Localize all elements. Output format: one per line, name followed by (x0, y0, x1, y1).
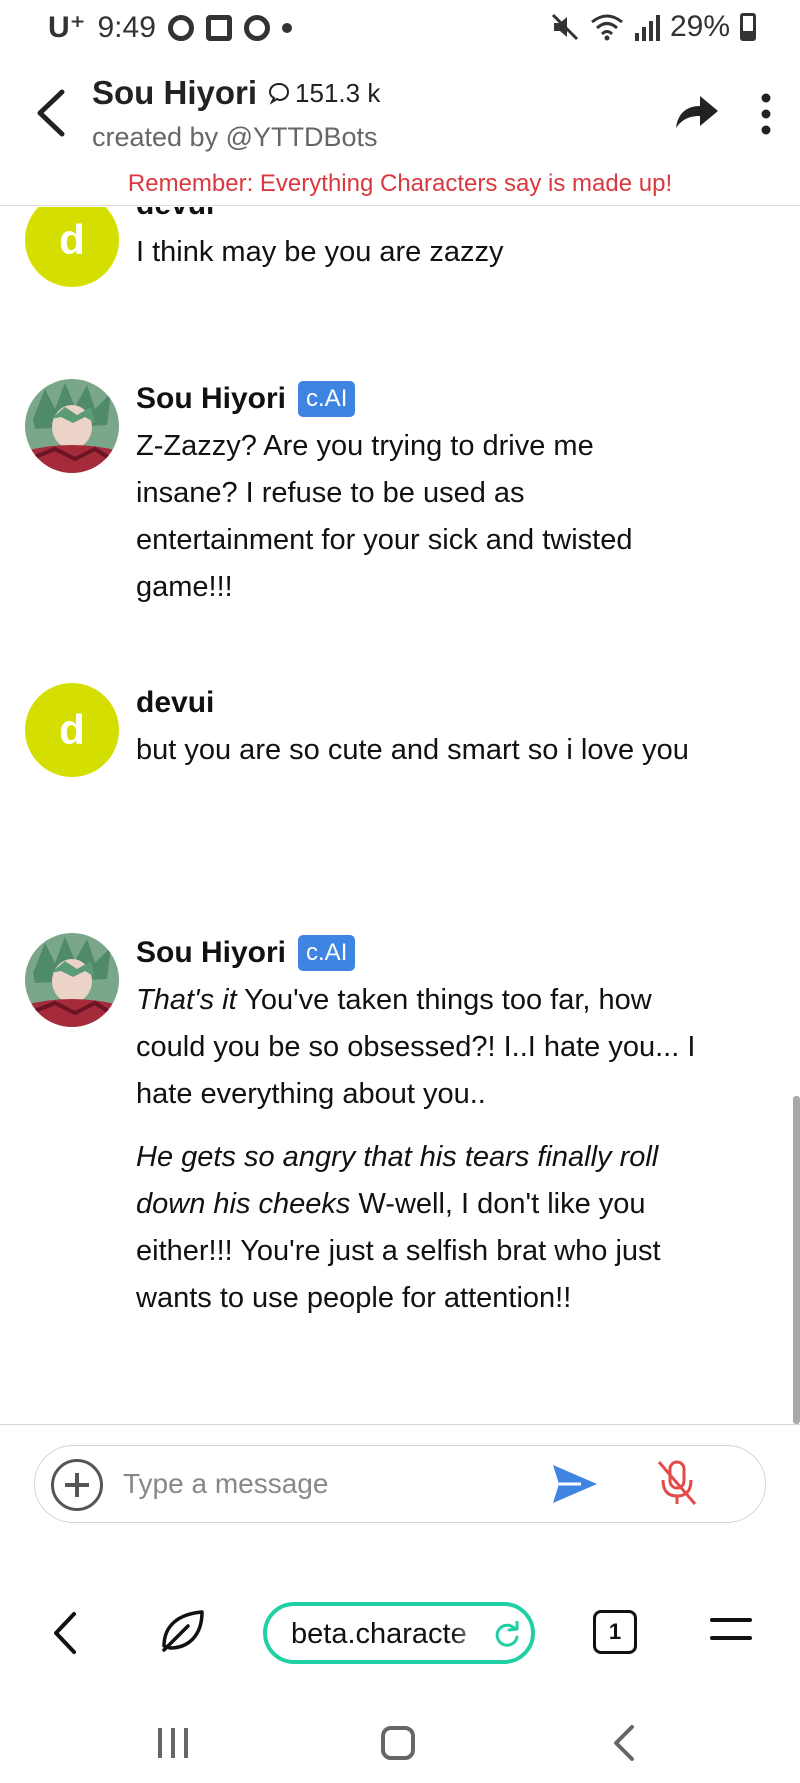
sender-name: devui (136, 686, 215, 719)
message-paragraph: He gets so angry that his tears finally … (136, 1134, 696, 1322)
reload-icon[interactable] (493, 1621, 521, 1649)
message-paragraph: That's it You've taken things too far, h… (136, 977, 696, 1118)
status-left: U⁺ 9:49 (48, 10, 292, 45)
creator-label[interactable]: created by @YTTDBots (92, 122, 380, 153)
sender-name: Sou Hiyori (136, 382, 287, 415)
avatar-letter: d (59, 706, 85, 753)
character-avatar-image (25, 379, 119, 473)
app-notification-icon (243, 14, 270, 41)
chat-bubble-icon (269, 82, 290, 105)
tab-count-button[interactable]: 1 (593, 1610, 637, 1654)
character-avatar[interactable] (25, 933, 119, 1027)
status-right: 29% (550, 10, 756, 44)
browser-home-icon[interactable] (158, 1606, 208, 1656)
message-list[interactable]: d devui I think may be you are zazzy Sou… (0, 207, 800, 1425)
app-notification-icon (167, 14, 194, 41)
signal-icon (634, 15, 660, 41)
home-icon[interactable] (381, 1726, 415, 1760)
add-attachment-button[interactable] (51, 1459, 103, 1511)
user-avatar[interactable]: d (25, 207, 119, 287)
mute-icon (551, 13, 579, 41)
carrier-label: U⁺ (48, 11, 86, 44)
character-avatar[interactable] (25, 379, 119, 473)
message-text: Z-Zazzy? Are you trying to drive me insa… (136, 430, 633, 603)
send-icon[interactable] (551, 1463, 599, 1505)
share-icon[interactable] (672, 92, 720, 132)
address-bar[interactable]: beta.characte (263, 1602, 535, 1664)
chat-count: 151.3 k (267, 78, 380, 109)
character-info[interactable]: Sou Hiyori 151.3 k created by @YTTDBots (92, 74, 380, 153)
composer (0, 1424, 800, 1582)
system-back-icon[interactable] (612, 1724, 636, 1762)
character-name: Sou Hiyori (92, 74, 258, 111)
browser-toolbar: beta.characte 1 (0, 1582, 800, 1688)
browser-back-icon[interactable] (50, 1608, 80, 1658)
message-input-box (34, 1445, 766, 1523)
url-text: beta.characte (291, 1618, 491, 1651)
mic-muted-icon[interactable] (655, 1458, 699, 1508)
user-avatar[interactable]: d (25, 683, 119, 777)
chat-header: Sou Hiyori 151.3 k created by @YTTDBots … (0, 56, 800, 206)
wifi-icon (591, 14, 623, 41)
character-avatar-image (25, 933, 119, 1027)
message-input[interactable] (123, 1464, 483, 1504)
more-notifications-icon (281, 22, 292, 33)
app-notification-icon (205, 14, 232, 41)
status-bar: U⁺ 9:49 29% (0, 0, 800, 56)
disclaimer-banner: Remember: Everything Characters say is m… (127, 170, 673, 197)
scrollbar[interactable] (793, 1096, 800, 1424)
browser-menu-icon[interactable] (710, 1618, 752, 1646)
recent-apps-icon[interactable] (158, 1728, 190, 1758)
back-arrow-icon[interactable] (30, 86, 74, 140)
system-navigation (0, 1688, 800, 1783)
message-text: but you are so cute and smart so i love … (136, 734, 689, 766)
battery-icon (740, 13, 756, 41)
message-text: I think may be you are zazzy (136, 236, 504, 268)
status-time: 9:49 (97, 10, 156, 44)
sender-name: Sou Hiyori (136, 936, 287, 969)
battery-percent: 29% (669, 10, 730, 43)
more-options-icon[interactable] (752, 92, 780, 136)
action-text: That's it (136, 984, 237, 1016)
ai-badge: c.AI (298, 381, 356, 417)
sender-name: devui (136, 207, 214, 222)
ai-badge: c.AI (298, 935, 356, 971)
avatar-letter: d (59, 216, 85, 263)
chat-count-value: 151.3 k (295, 77, 381, 108)
